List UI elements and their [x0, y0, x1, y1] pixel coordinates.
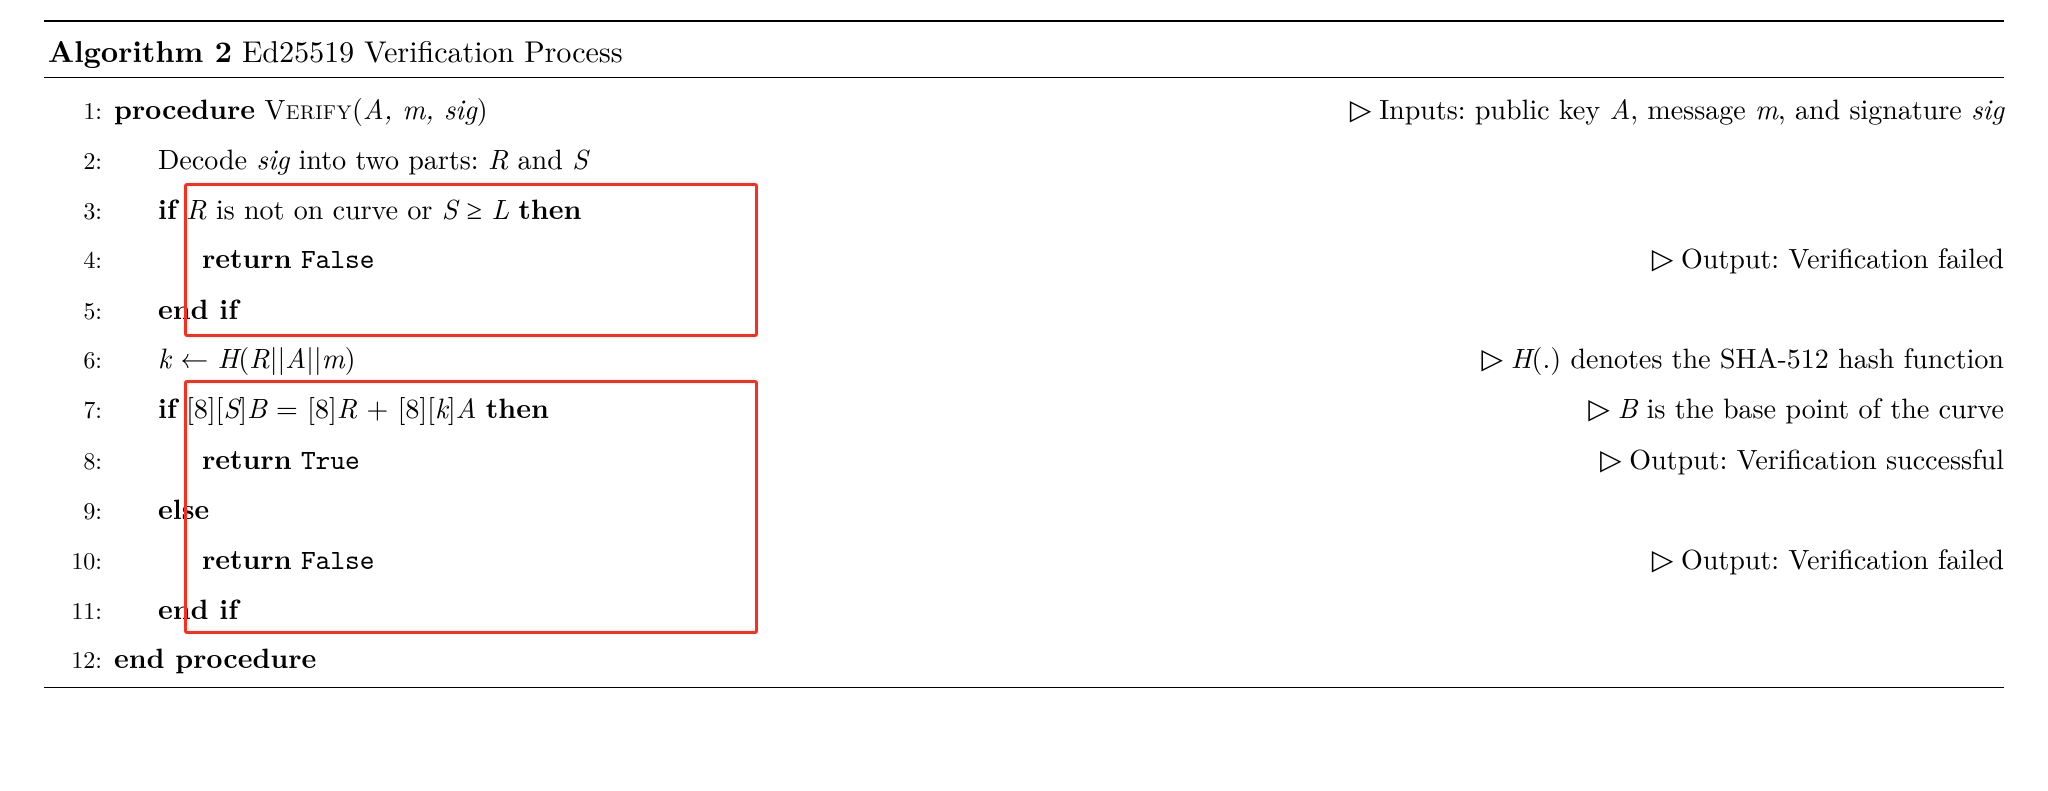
comment-7: ▷ B is the base point of the curve [1558, 386, 2004, 430]
bottom-rule [44, 687, 2004, 688]
comment-6: ▷ H(.) denotes the SHA-512 hash function [1451, 336, 2004, 380]
line-number: 11: [44, 591, 114, 628]
algo-line-6: 6: k ← H(R||A||m) ▷ H(.) denotes the SHA… [44, 333, 2004, 383]
line-number: 8: [44, 441, 114, 478]
algo-line-10: 10: return False ▷ Output: Verification … [44, 534, 2004, 584]
line-number: 9: [44, 491, 114, 528]
algorithm-label: Algorithm 2 [48, 28, 232, 71]
algorithm-block: Algorithm 2 Ed25519 Verification Process… [44, 20, 2004, 688]
comment-1: ▷ Inputs: public key A, message m, and s… [1320, 87, 2004, 131]
line-number: 1: [44, 91, 114, 128]
line-number: 12: [44, 640, 114, 677]
algo-line-1: 1: procedure Verify(A, m, sig) ▷ Inputs:… [44, 84, 2004, 134]
line-number: 6: [44, 340, 114, 377]
proc-args: A, m, sig [363, 88, 477, 128]
algo-line-4: 4: return False ▷ Output: Verification f… [44, 233, 2004, 283]
proc-name: Verify [264, 88, 352, 128]
algorithm-title: Algorithm 2 Ed25519 Verification Process [44, 22, 2004, 77]
algo-line-5: 5: end if [44, 284, 2004, 333]
line-number: 10: [44, 541, 114, 578]
line-number: 4: [44, 240, 114, 277]
comment-10: ▷ Output: Verification failed [1622, 537, 2004, 581]
algo-line-2: 2: Decode sig into two parts: R and S [44, 134, 2004, 183]
algo-line-7: 7: if [8][S]B = [8]R + [8][k]A then ▷ B … [44, 383, 2004, 433]
algo-line-3: 3: if R is not on curve or S ≥ L then [44, 184, 2004, 233]
algorithm-caption: Ed25519 Verification Process [242, 28, 623, 71]
line-number: 3: [44, 191, 114, 228]
algo-line-9: 9: else [44, 484, 2004, 533]
line-number: 2: [44, 141, 114, 178]
line-number: 5: [44, 291, 114, 328]
algorithm-body: 1: procedure Verify(A, m, sig) ▷ Inputs:… [44, 78, 2004, 687]
line-number: 7: [44, 390, 114, 427]
algo-line-11: 11: end if [44, 584, 2004, 633]
algo-line-8: 8: return True ▷ Output: Verification su… [44, 434, 2004, 484]
comment-8: ▷ Output: Verification successful [1570, 437, 2004, 481]
algo-line-12: 12: end procedure [44, 633, 2004, 682]
keyword-procedure: procedure [114, 88, 255, 128]
comment-4: ▷ Output: Verification failed [1622, 236, 2004, 280]
